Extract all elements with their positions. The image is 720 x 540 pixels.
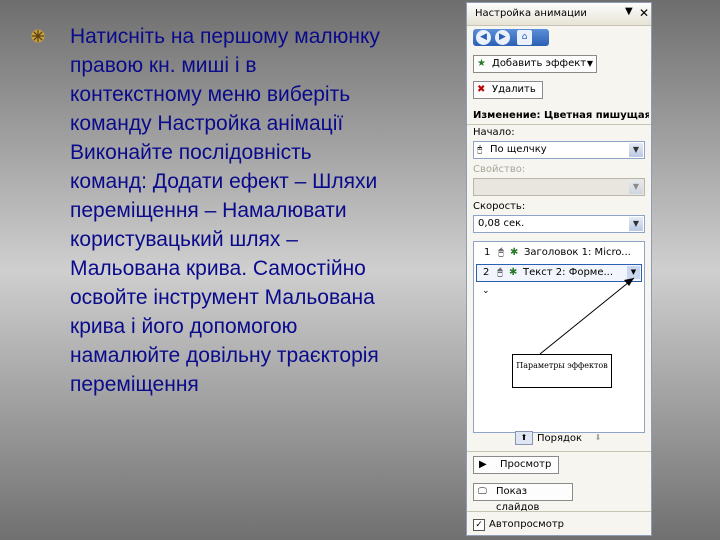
remove-x-icon: ✖	[477, 84, 486, 95]
back-icon[interactable]: ◀	[476, 30, 491, 45]
autopreview-label: Автопросмотр	[489, 519, 565, 530]
pane-nav-bar: ◀ ▶ ⌂	[473, 29, 549, 46]
start-label: Начало:	[473, 127, 515, 138]
chevron-down-icon: ▼	[629, 217, 643, 231]
bullet-line: команду Настройка анімації	[70, 112, 344, 135]
bullet-line: Виконайте послідовність	[70, 141, 312, 164]
bullet-paragraph: Натисніть на першому малюнку правою кн. м…	[70, 22, 440, 399]
custom-animation-pane: Настройка анимации ▼ ✕ ◀ ▶ ⌂ ★ Добавить …	[466, 2, 652, 536]
remove-button[interactable]: ✖ Удалить	[473, 81, 543, 99]
close-icon[interactable]: ✕	[639, 6, 649, 20]
start-value: По щелчку	[490, 144, 547, 155]
separator	[467, 451, 651, 452]
star-icon: ★	[477, 58, 486, 69]
chevron-down-icon: ▼	[629, 180, 643, 194]
bullet-line: Натисніть на першому малюнку	[70, 25, 380, 48]
mouse-icon: 🖰	[477, 145, 483, 155]
forward-icon[interactable]: ▶	[495, 30, 510, 45]
start-select[interactable]: 🖰 По щелчку ▼	[473, 141, 645, 159]
pane-title: Настройка анимации	[475, 8, 587, 19]
bullet-line: команд: Додати ефект – Шляхи	[70, 170, 378, 193]
add-effect-button[interactable]: ★ Добавить эффект ▼	[473, 55, 597, 73]
asterisk-bullet-icon	[31, 29, 45, 43]
property-label: Свойство:	[473, 164, 526, 175]
chevron-down-icon: ▼	[629, 143, 643, 157]
order-label: Порядок	[537, 433, 583, 444]
bullet-line: переміщення – Намалювати	[70, 199, 347, 222]
autopreview-checkbox[interactable]: ✓	[473, 519, 485, 531]
bullet-line: намалюйте довільну траєкторія	[70, 344, 379, 367]
property-select[interactable]: ▼	[473, 178, 645, 196]
animation-list: 1 🖰 ✱ Заголовок 1: Micro... 2 🖰 ✱ Текст …	[473, 241, 645, 433]
separator	[467, 511, 651, 512]
speed-select[interactable]: 0,08 сек. ▼	[473, 215, 645, 233]
chevron-down-icon: ▼	[586, 59, 593, 68]
play-icon: ▶	[479, 459, 487, 470]
change-effect-label: Изменение: Цветная пишущая м	[473, 110, 649, 121]
slideshow-icon: 🖵	[478, 487, 487, 497]
add-effect-label: Добавить эффект	[492, 58, 587, 69]
bullet-line: переміщення	[70, 373, 199, 396]
remove-label: Удалить	[492, 84, 536, 95]
bullet-line: користувацький шлях –	[70, 228, 298, 251]
pane-titlebar: Настройка анимации ▼ ✕	[467, 3, 651, 26]
bullet-line: контекстному меню виберіть	[70, 83, 351, 106]
bullet-line: правою кн. миші і в	[70, 54, 257, 77]
bullet-line: освойте інструмент Мальована	[70, 286, 375, 309]
home-icon[interactable]: ⌂	[517, 30, 532, 45]
slideshow-button[interactable]: 🖵 Показ слайдов	[473, 483, 573, 513]
preview-label: Просмотр	[500, 459, 552, 470]
separator	[467, 124, 651, 125]
pane-menu-icon[interactable]: ▼	[625, 6, 633, 17]
speed-value: 0,08 сек.	[478, 218, 525, 229]
bullet-line: крива і його допомогою	[70, 315, 298, 338]
arrow-down-icon[interactable]: ⬇	[589, 431, 607, 445]
bullet-line: Мальована крива. Самостійно	[70, 257, 366, 280]
effect-options-callout: Параметры эффектов	[512, 354, 612, 388]
preview-button[interactable]: ▶ Просмотр	[473, 456, 559, 474]
speed-label: Скорость:	[473, 201, 526, 212]
arrow-up-icon[interactable]: ⬆	[515, 431, 533, 445]
callout-arrow	[539, 277, 635, 355]
